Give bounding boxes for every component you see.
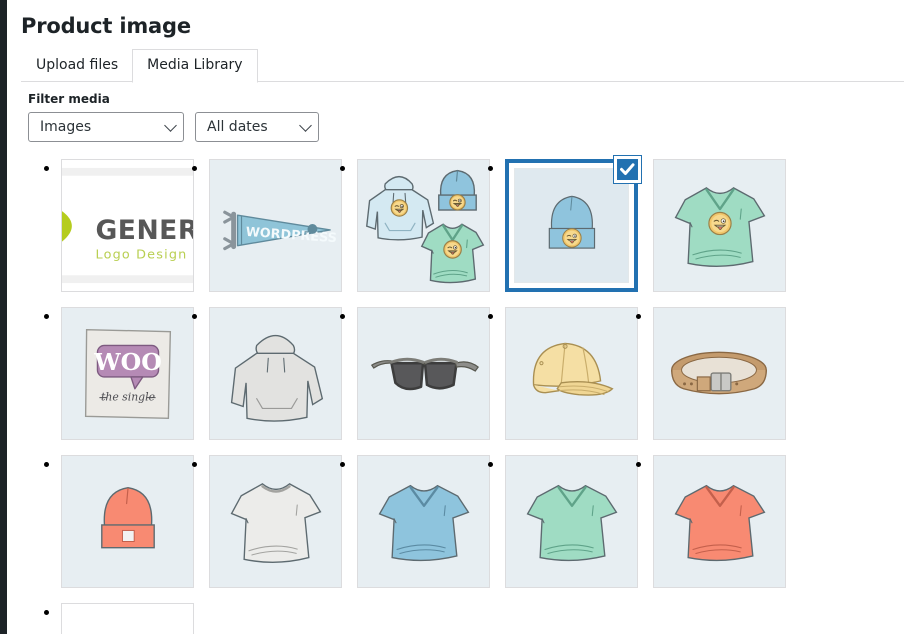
svg-text:the single: the single	[101, 391, 155, 404]
attachment-mint-tshirt-logo[interactable]	[653, 159, 786, 293]
attachment-thumbnail	[209, 455, 342, 589]
chevron-down-icon	[164, 119, 177, 133]
gray-t-shirt-image	[210, 456, 341, 587]
attachment-thumbnail	[653, 307, 786, 441]
attachment-thumbnail	[653, 455, 786, 589]
svg-text:WORDPRESS: WORDPRESS	[245, 225, 337, 246]
svg-text:WOO: WOO	[93, 348, 162, 376]
filter-media-label: Filter media	[28, 92, 110, 107]
attachment-thumbnail	[61, 455, 194, 589]
date-filter-select[interactable]: All dates	[195, 112, 319, 143]
attachment-gray-hoodie[interactable]	[209, 307, 342, 441]
attachment-thumbnail: WORDPRESS	[209, 159, 342, 293]
filter-bar: Filter media Images All dates	[7, 82, 904, 150]
attachment-thumbnail	[357, 159, 490, 293]
attachment-thumbnail	[505, 455, 638, 589]
woo-the-single-album-cover-image: WOO the single	[62, 308, 193, 439]
attachment-placeholder[interactable]	[61, 603, 194, 634]
checkmark-icon[interactable]	[614, 156, 641, 184]
attachment-gray-tshirt[interactable]	[209, 455, 342, 589]
tab-media-library[interactable]: Media Library	[132, 49, 258, 84]
chevron-down-icon	[299, 119, 312, 133]
attachment-coral-beanie[interactable]	[61, 455, 194, 589]
attachment-mint-vneck[interactable]	[505, 455, 638, 589]
attachment-leather-belt[interactable]	[653, 307, 786, 441]
date-filter-select-value: All dates	[207, 119, 268, 136]
attachment-blue-beanie[interactable]	[505, 156, 641, 293]
attachment-sunglasses[interactable]	[357, 307, 490, 441]
wordpress-pennant-flag-image: WORDPRESS	[210, 160, 341, 291]
attachment-thumbnail	[357, 307, 490, 441]
attachment-thumbnail	[505, 307, 638, 441]
attachment-wordpress-pennant[interactable]: WORDPRESS	[209, 159, 342, 293]
hoodie-beanie-and-tshirt-group-image	[358, 160, 489, 291]
attachment-yellow-cap[interactable]	[505, 307, 638, 441]
image-placeholder-image	[62, 604, 193, 634]
attachment-clothing-group[interactable]	[357, 159, 490, 293]
attachment-coral-vneck[interactable]	[653, 455, 786, 589]
gray-hoodie-image	[210, 308, 341, 439]
filter-selects: Images All dates	[28, 112, 904, 143]
media-type-select[interactable]: Images	[28, 112, 184, 143]
attachment-thumbnail	[653, 159, 786, 293]
mint-t-shirt-with-logo-image	[654, 160, 785, 291]
media-type-select-value: Images	[40, 119, 92, 136]
page-title: Product image	[21, 14, 191, 38]
tab-upload-files[interactable]: Upload files	[21, 49, 133, 82]
mint-v-neck-t-shirt-image	[506, 456, 637, 587]
media-modal: Product image Upload files Media Library …	[7, 0, 904, 634]
admin-menu-rail	[0, 0, 7, 634]
coral-beanie-image	[62, 456, 193, 587]
sunglasses-image	[358, 308, 489, 439]
blue-beanie-with-logo-image	[514, 168, 629, 284]
generic-logo-design-banner-image: GENER Logo Design	[62, 160, 193, 292]
yellow-baseball-cap-image	[506, 308, 637, 439]
coral-v-neck-t-shirt-image	[654, 456, 785, 587]
attachment-woo-album[interactable]: WOO the single	[61, 307, 194, 441]
attachment-thumbnail: GENER Logo Design	[61, 159, 194, 293]
attachment-thumbnail	[357, 455, 490, 589]
attachment-thumbnail	[61, 603, 194, 634]
attachment-generic-logo-design[interactable]: GENER Logo Design	[61, 159, 194, 293]
attachment-thumbnail: WOO the single	[61, 307, 194, 441]
media-router-tabs: Upload files Media Library	[21, 49, 904, 84]
svg-text:GENER: GENER	[95, 215, 193, 246]
svg-text:Logo Design: Logo Design	[95, 248, 187, 263]
brown-leather-belt-image	[654, 308, 785, 439]
attachment-thumbnail	[209, 307, 342, 441]
attachment-blue-vneck[interactable]	[357, 455, 490, 589]
blue-v-neck-t-shirt-image	[358, 456, 489, 587]
attachments-grid: GENER Logo Design WORDPRESS	[21, 156, 904, 634]
